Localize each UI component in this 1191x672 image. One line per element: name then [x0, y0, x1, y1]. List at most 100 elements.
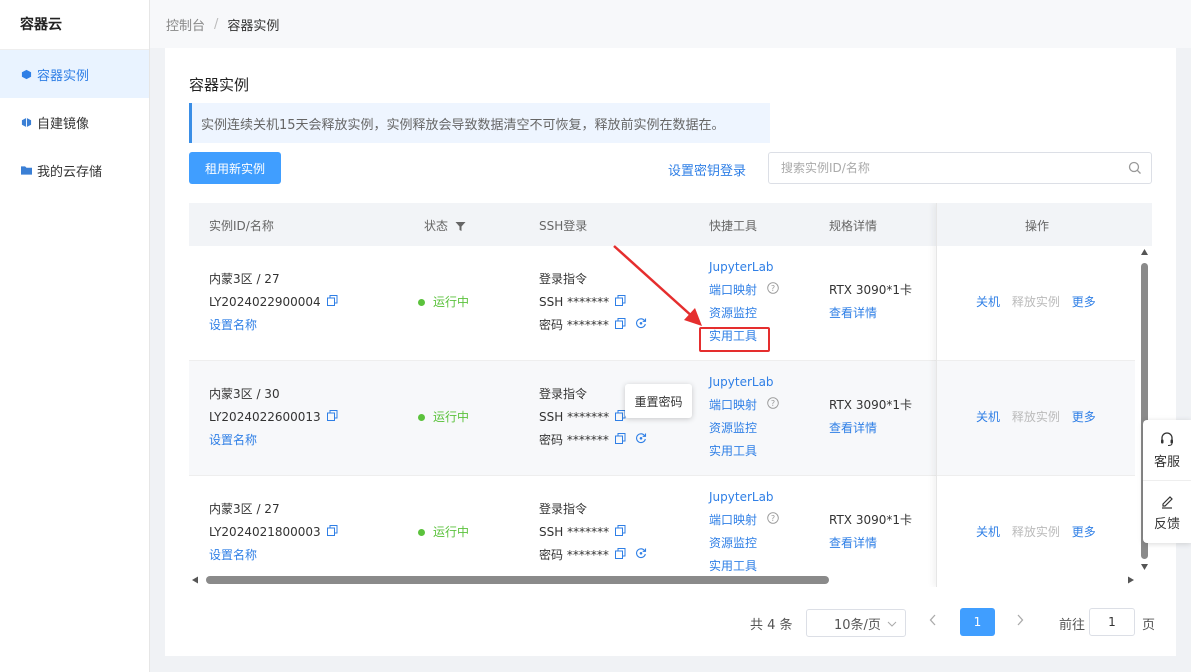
status-dot — [418, 414, 425, 421]
instance-region: 内蒙3区 / 30 — [209, 387, 280, 401]
notice-banner: 实例连续关机15天会释放实例，实例释放会导致数据清空不可恢复，释放前实例在数据在… — [189, 103, 770, 143]
status-text: 运行中 — [433, 525, 470, 539]
jupyterlab-link[interactable]: JupyterLab — [709, 371, 779, 394]
copy-icon[interactable] — [326, 406, 338, 429]
page-title: 容器实例 — [189, 76, 250, 94]
sidebar-item-label: 自建镜像 — [37, 116, 90, 132]
reset-password-icon[interactable] — [635, 314, 647, 337]
reset-password-icon[interactable] — [635, 429, 647, 452]
chevron-left-icon — [929, 614, 936, 626]
jupyterlab-link[interactable]: JupyterLab — [709, 486, 779, 509]
status-cell: 运行中 — [418, 291, 469, 314]
goto-page-input[interactable] — [1089, 608, 1135, 636]
filter-icon[interactable] — [455, 221, 466, 232]
spec-cell: RTX 3090*1卡 查看详情 — [829, 394, 912, 440]
breadcrumb-root[interactable]: 控制台 — [166, 15, 205, 34]
page-number-current[interactable]: 1 — [960, 608, 995, 636]
help-icon[interactable]: ? — [767, 394, 779, 417]
copy-icon[interactable] — [615, 291, 626, 314]
breadcrumb: 控制台 / 容器实例 — [150, 0, 1191, 48]
svg-text:?: ? — [771, 514, 775, 523]
instance-id: LY2024022600013 — [209, 410, 321, 424]
tools-cell: JupyterLab 端口映射? 资源监控 实用工具 — [709, 486, 779, 578]
header-status[interactable]: 状态 — [424, 217, 466, 234]
prev-page-button[interactable] — [929, 614, 937, 630]
password-value: 密码 ******* — [539, 318, 609, 332]
svg-text:?: ? — [771, 284, 775, 293]
rent-instance-button[interactable]: 租用新实例 — [189, 152, 281, 184]
sidebar: 容器云 容器实例 自建镜像 我的云存储 — [0, 0, 150, 672]
instance-id: LY2024021800003 — [209, 525, 321, 539]
port-mapping-link[interactable]: 端口映射 — [709, 283, 757, 297]
copy-icon[interactable] — [614, 544, 626, 567]
sidebar-item-cloud-storage[interactable]: 我的云存储 — [0, 146, 149, 194]
sidebar-item-label: 我的云存储 — [37, 164, 103, 180]
copy-icon[interactable] — [614, 314, 626, 337]
notice-text: 实例连续关机15天会释放实例，实例释放会导致数据清空不可恢复，释放前实例在数据在… — [201, 117, 725, 133]
ssh-cell: 登录指令 SSH ******* 密码 ******* — [539, 268, 647, 337]
password-value: 密码 ******* — [539, 548, 609, 562]
customer-service-button[interactable]: 客服 — [1143, 420, 1191, 481]
key-login-link[interactable]: 设置密钥登录 — [668, 160, 746, 179]
reset-password-icon[interactable] — [635, 544, 647, 567]
help-icon[interactable]: ? — [767, 509, 779, 532]
help-icon[interactable]: ? — [767, 279, 779, 302]
search-icon[interactable] — [1128, 161, 1142, 175]
status-text: 运行中 — [433, 295, 470, 309]
feedback-label: 反馈 — [1153, 517, 1180, 532]
copy-icon[interactable] — [614, 429, 626, 452]
sidebar-item-label: 容器实例 — [37, 68, 90, 84]
set-name-link[interactable]: 设置名称 — [209, 314, 338, 337]
set-name-link[interactable]: 设置名称 — [209, 429, 338, 452]
float-panel: 客服 反馈 — [1143, 420, 1191, 543]
tooltip-text: 重置密码 — [634, 394, 683, 409]
sidebar-item-container-instance[interactable]: 容器实例 — [0, 50, 149, 98]
resource-monitor-link[interactable]: 资源监控 — [709, 532, 779, 555]
brand-title: 容器云 — [0, 0, 149, 50]
login-command-label: 登录指令 — [539, 272, 588, 286]
chevron-down-icon — [887, 621, 897, 627]
view-details-link[interactable]: 查看详情 — [829, 302, 912, 325]
status-dot — [418, 299, 425, 306]
chevron-right-icon — [1017, 614, 1024, 626]
copy-icon[interactable] — [326, 521, 338, 544]
status-cell: 运行中 — [418, 521, 469, 544]
jupyterlab-link[interactable]: JupyterLab — [709, 256, 779, 279]
fixed-actions-column-divider — [936, 203, 1152, 587]
instance-info-cell: 内蒙3区 / 27 LY2024022900004 设置名称 — [209, 268, 338, 337]
port-mapping-link[interactable]: 端口映射 — [709, 513, 757, 527]
resource-monitor-link[interactable]: 资源监控 — [709, 302, 779, 325]
port-mapping-link[interactable]: 端口映射 — [709, 398, 757, 412]
view-details-link[interactable]: 查看详情 — [829, 417, 912, 440]
reset-password-tooltip: 重置密码 — [625, 384, 692, 418]
next-page-button[interactable] — [1016, 614, 1024, 630]
password-value: 密码 ******* — [539, 433, 609, 447]
login-command-label: 登录指令 — [539, 502, 588, 516]
ssh-value: SSH ******* — [539, 525, 610, 539]
image-icon — [20, 116, 32, 128]
goto-unit: 页 — [1142, 618, 1156, 633]
customer-service-label: 客服 — [1153, 454, 1180, 470]
utility-tools-link[interactable]: 实用工具 — [709, 440, 779, 463]
view-details-link[interactable]: 查看详情 — [829, 532, 912, 555]
copy-icon[interactable] — [615, 521, 626, 544]
page-size-select[interactable]: 10条/页 — [806, 609, 906, 637]
header-tools: 快捷工具 — [709, 219, 758, 233]
set-name-link[interactable]: 设置名称 — [209, 544, 338, 567]
instance-info-cell: 内蒙3区 / 27 LY2024021800003 设置名称 — [209, 498, 338, 567]
header-ssh: SSH登录 — [539, 219, 588, 233]
instance-region: 内蒙3区 / 27 — [209, 272, 280, 286]
spec-cell: RTX 3090*1卡 查看详情 — [829, 279, 912, 325]
feedback-button[interactable]: 反馈 — [1143, 482, 1191, 543]
goto-label: 前往 — [1059, 618, 1086, 633]
resource-monitor-link[interactable]: 资源监控 — [709, 417, 779, 440]
horizontal-scrollbar[interactable] — [189, 573, 1137, 587]
svg-text:?: ? — [771, 399, 775, 408]
search-input[interactable] — [769, 153, 1109, 183]
tools-cell: JupyterLab 端口映射? 资源监控 实用工具 — [709, 371, 779, 463]
cube-icon — [20, 68, 32, 80]
status-cell: 运行中 — [418, 406, 469, 429]
copy-icon[interactable] — [326, 291, 338, 314]
sidebar-item-custom-image[interactable]: 自建镜像 — [0, 98, 149, 146]
ssh-cell: 登录指令 SSH ******* 密码 ******* — [539, 498, 647, 567]
